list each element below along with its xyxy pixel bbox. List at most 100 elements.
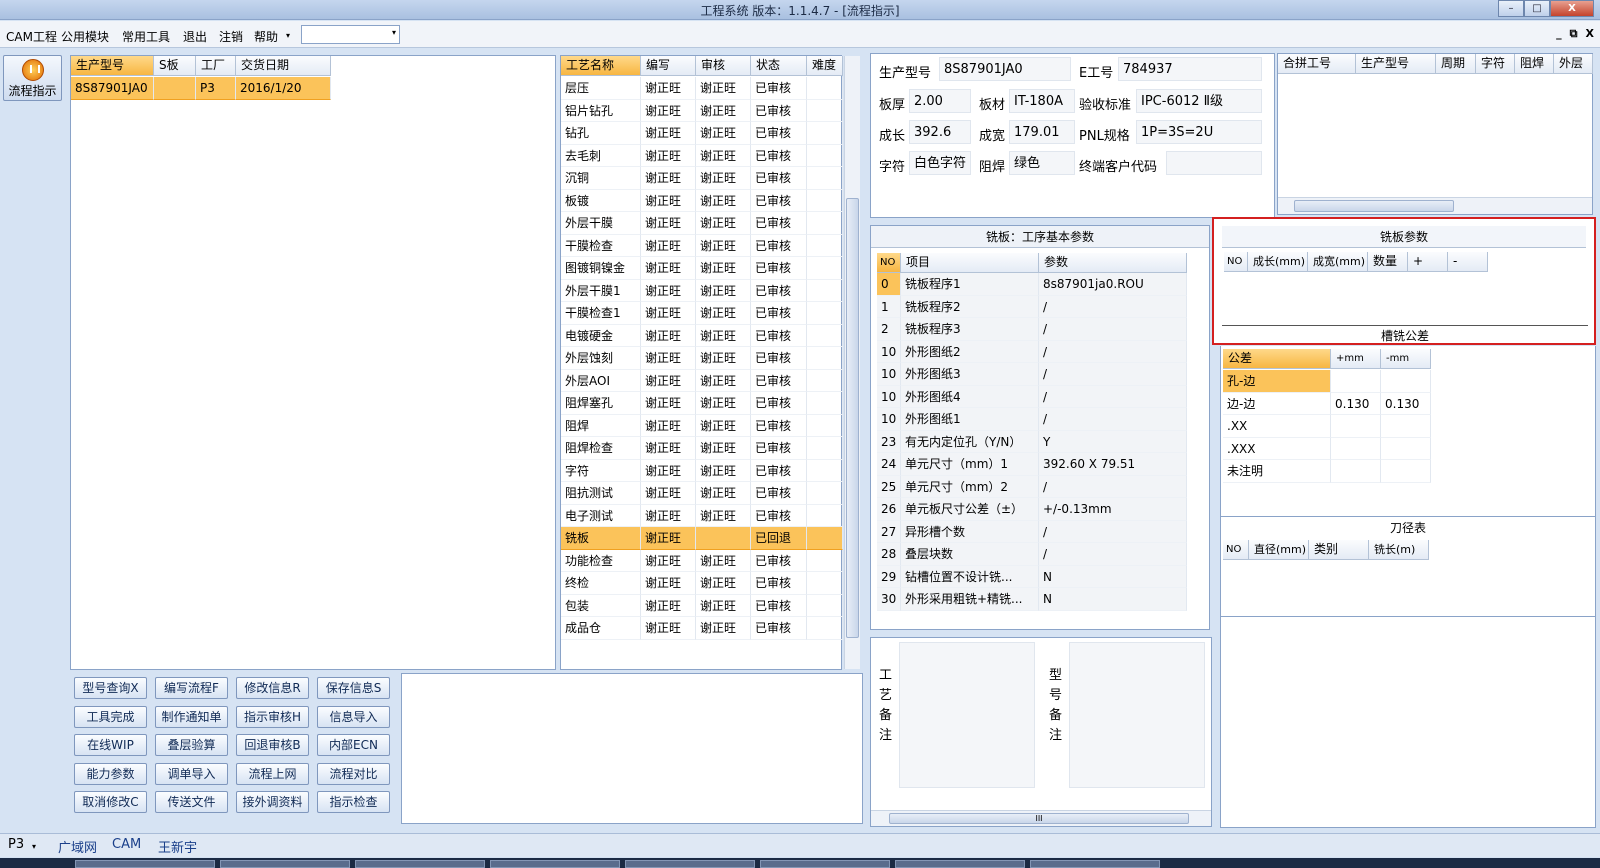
maximize-button[interactable]: □: [1524, 0, 1550, 17]
table-row[interactable]: 外层蚀刻 谢正旺 谢正旺 已审核: [561, 347, 843, 370]
col-param[interactable]: 参数: [1039, 253, 1187, 273]
table-row[interactable]: 成品仓 谢正旺 谢正旺 已审核: [561, 617, 843, 640]
cancel-modify-button[interactable]: 取消修改C: [74, 791, 147, 813]
field-char[interactable]: 白色字符: [909, 151, 971, 175]
table-row[interactable]: 28 叠层块数 /: [877, 543, 1187, 566]
field-length[interactable]: 392.6: [909, 120, 971, 144]
table-row[interactable]: 钻孔 谢正旺 谢正旺 已审核: [561, 122, 843, 145]
taskbar-item[interactable]: [490, 860, 620, 868]
capability-button[interactable]: 能力参数: [74, 762, 147, 785]
field-thickness[interactable]: 2.00: [909, 89, 971, 113]
model-remark-input[interactable]: [1069, 642, 1205, 788]
stack-check-button[interactable]: 叠层验算: [155, 734, 228, 756]
import-info-button[interactable]: 信息导入: [317, 705, 390, 728]
model-query-button[interactable]: 型号查询X: [74, 677, 147, 699]
scrollbar-thumb[interactable]: III: [889, 813, 1189, 824]
process-scrollbar[interactable]: [844, 56, 860, 669]
table-row[interactable]: 阻焊 谢正旺 谢正旺 已审核: [561, 414, 843, 437]
field-solder-mask[interactable]: 绿色: [1009, 151, 1075, 175]
field-width[interactable]: 179.01: [1009, 120, 1075, 144]
col-s-board[interactable]: S板: [154, 56, 196, 76]
table-row[interactable]: 阻焊塞孔 谢正旺 谢正旺 已审核: [561, 392, 843, 415]
message-box[interactable]: [401, 673, 863, 824]
field-material[interactable]: IT-180A: [1009, 89, 1075, 113]
col-tool-length[interactable]: 铣长(m): [1369, 540, 1429, 560]
remove-row-button[interactable]: -: [1448, 252, 1488, 272]
table-row[interactable]: 沉铜 谢正旺 谢正旺 已审核: [561, 167, 843, 190]
internal-ecn-button[interactable]: 内部ECN: [317, 734, 390, 756]
col-mill-no[interactable]: NO: [1224, 252, 1248, 272]
table-row[interactable]: 8S87901JA0 P3 2016/1/20: [71, 77, 331, 100]
instruction-check-button[interactable]: 指示检查: [317, 791, 390, 813]
flow-indicator-button[interactable]: 流程指示: [3, 55, 62, 101]
col-tool-no[interactable]: NO: [1223, 540, 1249, 560]
table-row[interactable]: 外层AOI 谢正旺 谢正旺 已审核: [561, 369, 843, 392]
col-mill-width[interactable]: 成宽(mm): [1308, 252, 1368, 272]
col-mill-qty[interactable]: 数量: [1368, 252, 1408, 272]
table-row[interactable]: 外层干膜1 谢正旺 谢正旺 已审核: [561, 279, 843, 302]
field-pnl[interactable]: 1P=3S=2U: [1136, 120, 1262, 144]
col-tool-type[interactable]: 类别: [1309, 540, 1369, 560]
table-row[interactable]: 25 单元尺寸（mm）2/: [877, 475, 1187, 498]
col-item[interactable]: 项目: [901, 253, 1039, 273]
menu-tools[interactable]: 常用工具: [122, 28, 170, 45]
import-order-button[interactable]: 调单导入: [155, 762, 228, 785]
table-row[interactable]: .XXX: [1223, 437, 1431, 460]
field-customer[interactable]: [1166, 151, 1262, 175]
flow-online-button[interactable]: 流程上网: [236, 762, 309, 785]
process-remark-input[interactable]: [899, 642, 1035, 788]
tool-complete-button[interactable]: 工具完成: [74, 705, 147, 728]
modify-info-button[interactable]: 修改信息R: [236, 677, 309, 699]
send-file-button[interactable]: 传送文件: [155, 791, 228, 813]
table-row[interactable]: 包装 谢正旺 谢正旺 已审核: [561, 594, 843, 617]
taskbar-item[interactable]: [1030, 860, 1160, 868]
menu-logout[interactable]: 注销: [219, 28, 243, 45]
table-row[interactable]: 铣板 谢正旺 已回退: [561, 527, 843, 550]
table-row[interactable]: 电子测试 谢正旺 谢正旺 已审核: [561, 504, 843, 527]
col-delivery-date[interactable]: 交货日期: [236, 56, 331, 76]
menu-exit[interactable]: 退出: [183, 28, 207, 45]
help-dropdown-icon[interactable]: ▾: [286, 31, 290, 40]
mdi-minimize-button[interactable]: _: [1556, 27, 1562, 41]
table-row[interactable]: 阻焊检查 谢正旺 谢正旺 已审核: [561, 437, 843, 460]
table-row[interactable]: 边-边 0.130 0.130: [1223, 392, 1431, 415]
col-factory[interactable]: 工厂: [196, 56, 236, 76]
menu-cam[interactable]: CAM工程: [6, 28, 57, 45]
table-row[interactable]: 10 外形图纸1/: [877, 408, 1187, 431]
status-factory[interactable]: P3: [8, 837, 24, 852]
table-row[interactable]: 10 外形图纸2/: [877, 340, 1187, 363]
table-row[interactable]: 30 外形采用粗铣+精铣... N: [877, 588, 1187, 611]
col-process-name[interactable]: 工艺名称: [561, 56, 641, 76]
add-row-button[interactable]: +: [1408, 252, 1448, 272]
minimize-button[interactable]: –: [1498, 0, 1524, 17]
col-mill-length[interactable]: 成长(mm): [1248, 252, 1308, 272]
col-merge-no[interactable]: 合拼工号: [1278, 54, 1356, 74]
mdi-close-button[interactable]: X: [1586, 27, 1594, 41]
taskbar-item[interactable]: [625, 860, 755, 868]
col-merge-model[interactable]: 生产型号: [1356, 54, 1436, 74]
online-wip-button[interactable]: 在线WIP: [74, 734, 147, 756]
table-row[interactable]: 2 铣板程序3/: [877, 318, 1187, 341]
col-no[interactable]: NO: [877, 253, 901, 273]
table-row[interactable]: 29 钻槽位置不设计铣... N: [877, 565, 1187, 588]
table-row[interactable]: 10 外形图纸4/: [877, 385, 1187, 408]
table-row[interactable]: 板镀 谢正旺 谢正旺 已审核: [561, 189, 843, 212]
menu-help[interactable]: 帮助: [254, 28, 278, 45]
col-tool-diameter[interactable]: 直径(mm): [1249, 540, 1309, 560]
table-row[interactable]: 功能检查 谢正旺 谢正旺 已审核: [561, 549, 843, 572]
table-row[interactable]: 终检 谢正旺 谢正旺 已审核: [561, 572, 843, 595]
col-merge-char[interactable]: 字符: [1476, 54, 1515, 74]
field-standard[interactable]: IPC-6012 Ⅱ级: [1136, 89, 1262, 113]
taskbar-item[interactable]: [760, 860, 890, 868]
taskbar-item[interactable]: [75, 860, 215, 868]
taskbar-item[interactable]: [220, 860, 350, 868]
menu-combo-box[interactable]: ▾: [301, 25, 400, 44]
table-row[interactable]: 电镀硬金 谢正旺 谢正旺 已审核: [561, 324, 843, 347]
taskbar-item[interactable]: [895, 860, 1025, 868]
table-row[interactable]: 23 有无内定位孔（Y/N） Y: [877, 430, 1187, 453]
write-flow-button[interactable]: 编写流程F: [155, 677, 228, 699]
col-tolerance[interactable]: 公差: [1223, 349, 1331, 369]
col-author[interactable]: 编写: [641, 56, 696, 76]
taskbar-item[interactable]: [355, 860, 485, 868]
field-e-no[interactable]: 784937: [1118, 57, 1262, 81]
